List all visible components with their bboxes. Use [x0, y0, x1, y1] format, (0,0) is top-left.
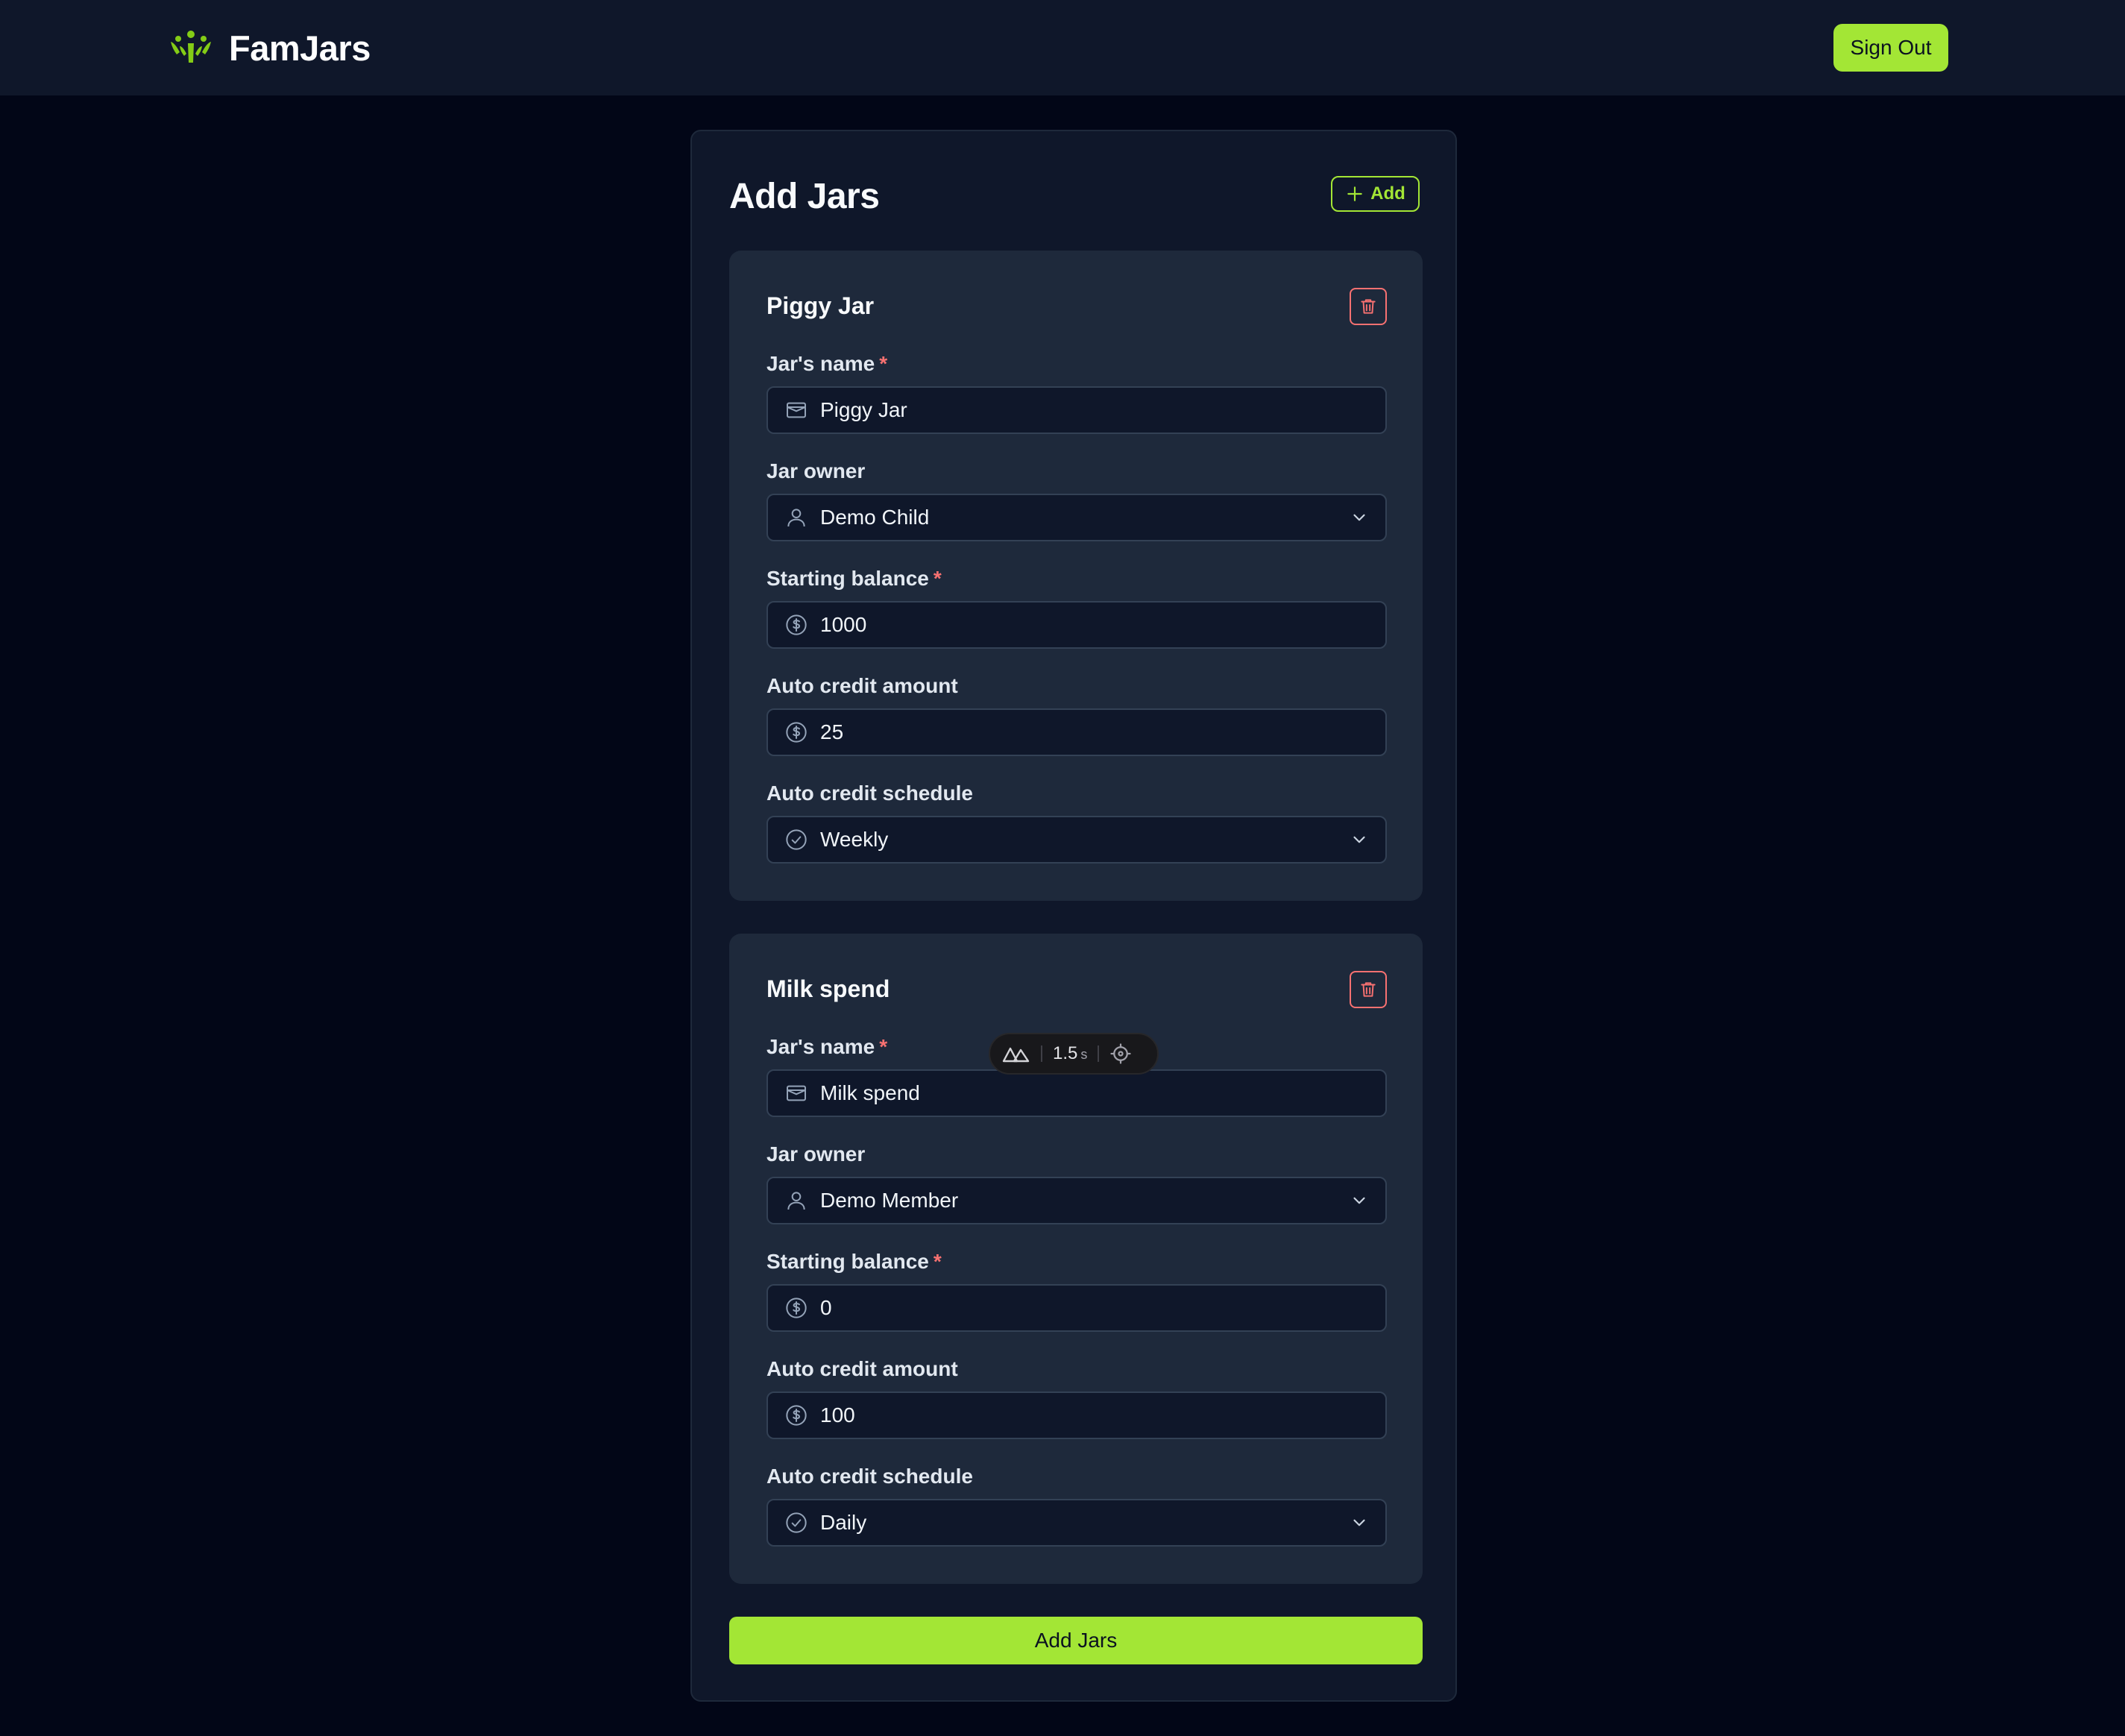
jar-name-input[interactable]: [820, 1078, 1369, 1108]
jar-name-control: [766, 386, 1387, 434]
jar-owner-label: Jar owner: [766, 1142, 866, 1166]
jar-name-input[interactable]: [820, 395, 1369, 425]
jar-title: Milk spend: [766, 975, 890, 1002]
required-marker: *: [933, 1250, 942, 1273]
jar-owner-label: Jar owner: [766, 459, 866, 482]
add-jars-card: Add Jars Add Piggy Jar Jar's name * Pigg…: [690, 130, 1457, 1702]
chevron-down-icon: [1353, 836, 1365, 843]
user-icon: [787, 509, 805, 527]
auto-credit-schedule-field: Auto credit schedule Daily: [766, 1465, 1387, 1547]
jar-form-1: Piggy Jar Jar's name* Jar owner Demo Chi…: [729, 251, 1423, 901]
starting-balance-input[interactable]: [820, 1293, 1369, 1323]
required-marker: *: [879, 1035, 888, 1058]
check-circle-icon: [786, 829, 807, 850]
required-marker: *: [879, 352, 888, 375]
starting-balance-control: [766, 1284, 1387, 1332]
devtools-pill[interactable]: 1.5 s: [989, 1033, 1159, 1075]
chevron-down-icon: [1353, 1197, 1365, 1204]
add-jar-button-label: Add: [1370, 183, 1405, 204]
auto-credit-schedule-label: Auto credit schedule: [766, 1465, 973, 1488]
add-jars-submit-button[interactable]: Add Jars: [729, 1617, 1423, 1664]
crosshair-icon[interactable]: [1109, 1042, 1132, 1065]
card-header: Add Jars Add: [729, 167, 1420, 216]
starting-balance-control: [766, 601, 1387, 649]
auto-credit-amount-input[interactable]: [820, 717, 1369, 747]
dollar-circle-icon: [786, 722, 807, 743]
delete-jar-button[interactable]: [1350, 971, 1387, 1008]
jar-owner-select[interactable]: Demo Member: [766, 1177, 1387, 1224]
auto-credit-amount-control: [766, 1391, 1387, 1439]
jar-owner-value: Demo Child: [820, 506, 930, 529]
chevron-down-icon: [1353, 1519, 1365, 1526]
add-jar-button[interactable]: Add: [1331, 176, 1420, 212]
auto-credit-schedule-field: Auto credit schedule Weekly: [766, 781, 1387, 864]
auto-credit-amount-field: Auto credit amount: [766, 674, 1387, 756]
wallet-icon: [787, 1085, 806, 1101]
auto-credit-amount-control: [766, 708, 1387, 756]
jar-title: Piggy Jar: [766, 292, 875, 319]
jar-form-2: Milk spend Jar's name* Jar owner Demo Me…: [729, 934, 1423, 1584]
sign-out-button[interactable]: Sign Out: [1833, 24, 1948, 72]
auto-credit-amount-label: Auto credit amount: [766, 674, 958, 697]
jar-owner-value: Demo Member: [820, 1189, 959, 1212]
brand-name: FamJars: [229, 28, 371, 68]
auto-credit-schedule-select[interactable]: Daily: [766, 1499, 1387, 1547]
dollar-circle-icon: [786, 614, 807, 635]
auto-credit-amount-label: Auto credit amount: [766, 1357, 958, 1380]
starting-balance-label: Starting balance *: [766, 1250, 942, 1273]
jar-owner-select[interactable]: Demo Child: [766, 494, 1387, 541]
trash-icon: [1361, 982, 1376, 997]
delete-jar-button[interactable]: [1350, 288, 1387, 325]
jar-name-control: [766, 1069, 1387, 1117]
starting-balance-field: Starting balance *: [766, 1250, 1387, 1332]
nuxt-logo-icon: [1002, 1047, 1030, 1063]
page-title: Add Jars: [729, 177, 880, 216]
starting-balance-label: Starting balance *: [766, 567, 942, 590]
top-navbar: FamJars Sign Out: [0, 0, 2125, 95]
trash-icon: [1361, 299, 1376, 314]
chevron-down-icon: [1353, 514, 1365, 521]
brand[interactable]: FamJars: [169, 28, 371, 69]
auto-credit-schedule-value: Weekly: [820, 828, 889, 851]
auto-credit-amount-input[interactable]: [820, 1400, 1369, 1430]
auto-credit-schedule-label: Auto credit schedule: [766, 781, 973, 805]
plus-icon: [1347, 186, 1362, 201]
jar-owner-field: Jar owner Demo Member: [766, 1142, 1387, 1224]
required-marker: *: [933, 567, 942, 590]
jar-name-field: Jar's name *: [766, 352, 1387, 434]
starting-balance-input[interactable]: [820, 610, 1369, 640]
check-circle-icon: [786, 1512, 807, 1533]
jar-owner-field: Jar owner Demo Child: [766, 459, 1387, 541]
divider: [1098, 1045, 1100, 1062]
auto-credit-schedule-select[interactable]: Weekly: [766, 816, 1387, 864]
auto-credit-amount-field: Auto credit amount: [766, 1357, 1387, 1439]
user-icon: [787, 1192, 805, 1210]
jar-name-label: Jar's name *: [766, 352, 888, 375]
render-time: 1.5 s: [1053, 1043, 1088, 1063]
dollar-circle-icon: [786, 1405, 807, 1426]
starting-balance-field: Starting balance *: [766, 567, 1387, 649]
wallet-icon: [787, 402, 806, 418]
divider: [1041, 1045, 1042, 1062]
famjars-logo-icon: [171, 31, 211, 63]
dollar-circle-icon: [786, 1298, 807, 1318]
auto-credit-schedule-value: Daily: [820, 1511, 867, 1534]
